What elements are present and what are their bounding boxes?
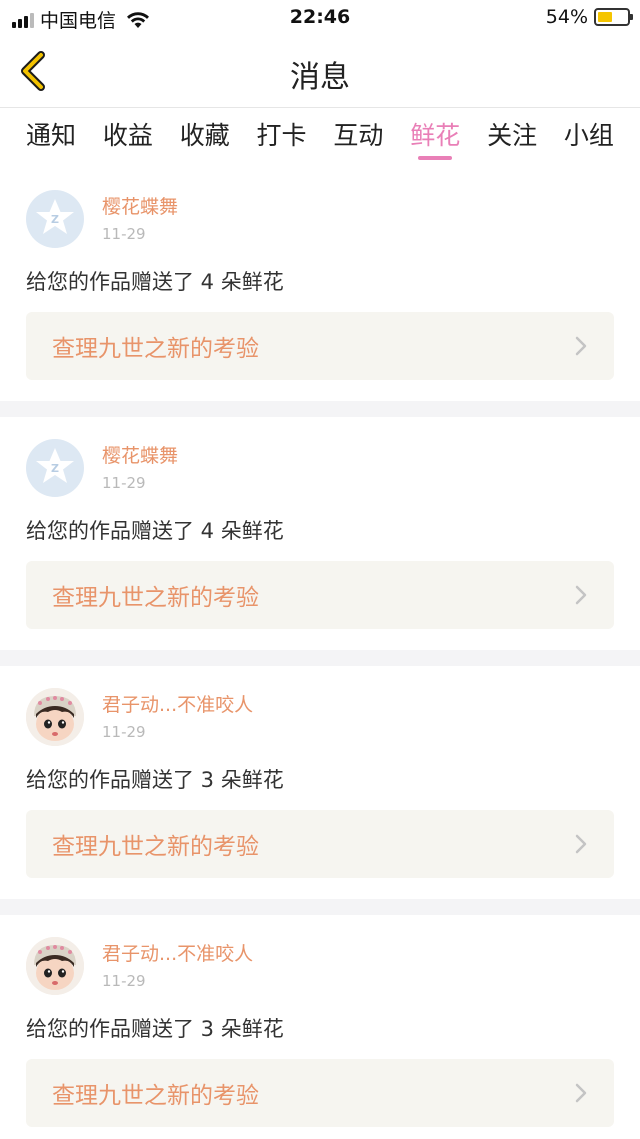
tab-label: 互动	[333, 121, 384, 150]
status-bar: 中国电信 22:46 54%	[0, 0, 640, 34]
tab-notice[interactable]: 通知	[26, 116, 76, 162]
tab-label: 关注	[487, 121, 538, 150]
avatar[interactable]	[26, 937, 84, 995]
message-text: 给您的作品赠送了 4 朵鲜花	[26, 270, 284, 294]
username-link[interactable]: 君子动...不准咬人	[102, 939, 253, 966]
message-date: 11-29	[102, 972, 146, 990]
chevron-right-icon	[575, 336, 587, 356]
work-title: 查理九世之新的考验	[52, 336, 259, 362]
work-card[interactable]: 查理九世之新的考验	[26, 1059, 614, 1127]
work-title: 查理九世之新的考验	[52, 834, 259, 860]
username-link[interactable]: 樱花蝶舞	[102, 441, 178, 468]
qq-default-avatar-icon: Z	[36, 199, 74, 234]
qq-default-avatar-icon: Z	[36, 448, 74, 483]
tab-bar: 通知 收益 收藏 打卡 互动 鲜花 关注 小组	[0, 108, 640, 168]
message-item: 君子动...不准咬人 11-29 给您的作品赠送了 3 朵鲜花 查理九世之新的考…	[0, 915, 640, 1139]
status-time: 22:46	[289, 6, 351, 28]
tab-earnings[interactable]: 收益	[103, 116, 153, 162]
tab-interaction[interactable]: 互动	[333, 116, 383, 162]
tab-favorites[interactable]: 收藏	[180, 116, 230, 162]
tab-group[interactable]: 小组	[564, 116, 614, 162]
avatar[interactable]: Z	[26, 190, 84, 248]
avatar[interactable]: Z	[26, 439, 84, 497]
page-title: 消息	[290, 60, 350, 95]
tab-label: 通知	[26, 121, 77, 150]
message-text: 给您的作品赠送了 4 朵鲜花	[26, 519, 284, 543]
battery-icon	[594, 8, 633, 26]
tab-label: 收藏	[179, 121, 230, 150]
message-date: 11-29	[102, 225, 146, 243]
chevron-right-icon	[575, 1083, 587, 1103]
tab-follow[interactable]: 关注	[487, 116, 537, 162]
work-card[interactable]: 查理九世之新的考验	[26, 312, 614, 380]
tab-label: 鲜花	[410, 121, 461, 150]
message-date: 11-29	[102, 723, 146, 741]
username-link[interactable]: 君子动...不准咬人	[102, 690, 253, 717]
message-item: Z 樱花蝶舞 11-29 给您的作品赠送了 4 朵鲜花 查理九世之新的考验	[0, 417, 640, 650]
chevron-right-icon	[575, 834, 587, 854]
tab-checkin[interactable]: 打卡	[257, 116, 307, 162]
tab-label: 收益	[102, 121, 153, 150]
message-date: 11-29	[102, 474, 146, 492]
chevron-right-icon	[575, 585, 587, 605]
nav-bar: 消息	[0, 34, 640, 108]
message-list: Z 樱花蝶舞 11-29 给您的作品赠送了 4 朵鲜花 查理九世之新的考验 Z	[0, 168, 640, 1139]
svg-text:Z: Z	[51, 462, 59, 475]
message-text: 给您的作品赠送了 3 朵鲜花	[26, 768, 284, 792]
tab-label: 小组	[563, 121, 614, 150]
work-card[interactable]: 查理九世之新的考验	[26, 810, 614, 878]
tab-flowers[interactable]: 鲜花	[410, 116, 460, 162]
active-tab-indicator	[418, 156, 453, 160]
message-text: 给您的作品赠送了 3 朵鲜花	[26, 1017, 284, 1041]
doll-avatar-icon	[26, 937, 84, 995]
message-item: 君子动...不准咬人 11-29 给您的作品赠送了 3 朵鲜花 查理九世之新的考…	[0, 666, 640, 899]
avatar[interactable]	[26, 688, 84, 746]
work-title: 查理九世之新的考验	[52, 585, 259, 611]
username-link[interactable]: 樱花蝶舞	[102, 192, 178, 219]
message-item: Z 樱花蝶舞 11-29 给您的作品赠送了 4 朵鲜花 查理九世之新的考验	[0, 168, 640, 401]
battery-percent: 54%	[545, 6, 588, 28]
doll-avatar-icon	[26, 688, 84, 746]
tab-label: 打卡	[256, 121, 307, 150]
work-title: 查理九世之新的考验	[52, 1083, 259, 1109]
svg-text:Z: Z	[51, 213, 59, 226]
work-card[interactable]: 查理九世之新的考验	[26, 561, 614, 629]
status-right: 54%	[545, 6, 633, 28]
